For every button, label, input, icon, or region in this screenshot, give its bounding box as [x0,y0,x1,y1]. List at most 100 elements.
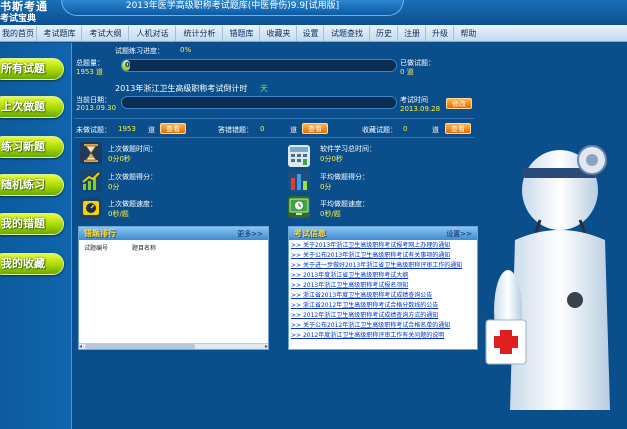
progress-label: 试题练习进度： [115,47,164,55]
exam-info-header: 考试信息 设置>> [289,227,477,240]
exam-info-item[interactable]: >> 浙江省2012年卫生高级职称考试合格分数线的公告 [291,301,477,310]
sidebar-label: 随机练习 [1,178,45,191]
software-time-value: 0分0秒 [320,155,343,163]
app-header: 书斯考通 考试宝典 2013年医学高级职称考试题库(中医骨伤)9.9[试用版] [0,0,627,25]
scroll-left-arrow-icon[interactable]: ◂ [79,343,82,350]
countdown-bar [121,96,397,109]
undone-label: 未做试题： [76,126,111,134]
menu-my-home[interactable]: 我的首页 [0,26,37,41]
sidebar-my-wrong[interactable]: 我的错题 [0,213,64,235]
wrong-rank-more-link[interactable]: 更多>> [237,229,263,239]
avg-score-label: 平均做题得分： [320,173,369,181]
calculator-icon [288,145,310,167]
menu-settings[interactable]: 设置 [298,26,324,41]
exam-info-item[interactable]: >> 关于进一步做好2013年浙江省卫生高级职称评审工作的通知 [291,261,477,270]
wrong-rank-panel: 错题排行 更多>> 试题编号 题目名称 ◂ ▸ [78,226,269,350]
wrong-rank-header: 错题排行 更多>> [79,227,268,240]
last-speed-value: 0秒/题 [108,210,129,218]
sidebar-all-questions[interactable]: 所有试题 [0,58,64,80]
speed-icon [80,197,102,219]
sidebar-last-practice[interactable]: 上次做题 [0,96,64,118]
sidebar-label: 所有试题 [1,62,45,75]
last-score-label: 上次做题得分： [108,173,157,181]
window-title: 2013年医学高级职称考试题库(中医骨伤)9.9[试用版] [125,1,340,11]
divider [74,137,474,138]
avg-score-value: 0分 [320,183,332,191]
exam-info-settings-link[interactable]: 设置>> [446,229,472,239]
column-header-number: 试题编号 [84,245,109,252]
column-header-name: 题目名称 [132,245,157,252]
software-time-label: 软件学习总时间： [320,145,376,153]
fav-count-unit: 道 [432,126,439,134]
modify-exam-time-button[interactable]: 修改 [446,98,472,109]
menu-question-bank[interactable]: 考试题库 [38,26,82,41]
menu-statistics[interactable]: 统计分析 [177,26,223,41]
last-speed-label: 上次做题速度： [108,200,157,208]
sidebar-label: 上次做题 [1,100,45,113]
menu-help[interactable]: 帮助 [455,26,482,41]
exam-info-item[interactable]: >> 浙江省2013年度卫生高级职称考试成绩查询公告 [291,291,477,300]
left-sidebar: 所有试题 上次做题 练习新题 随机练习 我的错题 我的收藏 [0,43,72,429]
total-value: 1953 道 [76,68,104,76]
doctor-illustration [480,120,627,429]
last-time-label: 上次做题时间： [108,145,157,153]
sidebar-label: 我的收藏 [1,257,45,270]
avg-speed-label: 平均做题速度： [320,200,369,208]
view-favorites-button[interactable]: 查看 [445,123,471,134]
menu-human-machine[interactable]: 人机对话 [130,26,176,41]
undone-value: 1953 [118,125,136,133]
wrong-rank-title: 错题排行 [84,229,116,238]
avg-speed-value: 0秒/题 [320,210,341,218]
fav-count-value: 0 [403,125,408,133]
divider [74,118,474,119]
wrong-count-unit: 道 [290,126,297,134]
progress-bar: 0% [121,59,397,72]
main-menu-bar: 我的首页 考试题库 考试大纲 人机对话 统计分析 错题库 收藏夹 设置 试题查找… [0,25,627,42]
menu-search[interactable]: 试题查找 [325,26,370,41]
last-score-value: 0分 [108,183,120,191]
menu-wrong-bank[interactable]: 错题库 [224,26,260,41]
exam-info-item[interactable]: >> 2013年浙江卫生高级职称考试报名须知 [291,281,477,290]
menu-exam-outline[interactable]: 考试大纲 [83,26,129,41]
menu-register[interactable]: 注册 [399,26,426,41]
progress-bar-percent: 0% [125,61,137,69]
sidebar-new-questions[interactable]: 练习新题 [0,136,64,158]
exam-info-item[interactable]: >> 2012年浙江卫生高级职称考试成绩查询方式的通知 [291,311,477,320]
exam-info-item[interactable]: >> 关于公布2012年浙江卫生高级职称考试合格名单的通知 [291,321,477,330]
current-date-value: 2013.09.30 [76,104,117,112]
exam-info-title: 考试信息 [294,229,326,238]
sidebar-label: 练习新题 [1,140,45,153]
menu-history[interactable]: 历史 [371,26,398,41]
bar-chart-icon [288,170,310,192]
undone-unit: 道 [148,126,155,134]
fav-count-label: 收藏试题： [362,126,397,134]
countdown-label: 2013年浙江卫生高级职称考试倒计时 [115,84,248,93]
exam-time-value: 2013.09.28 [400,105,441,113]
menu-favorites[interactable]: 收藏夹 [261,26,297,41]
exam-info-item[interactable]: >> 2012年度浙江卫生高级职称评审工作有关问题的说明 [291,331,477,340]
exam-info-panel: 考试信息 设置>> >> 关于2013年浙江卫生高级职称考试报考网上办理的通知 … [288,226,478,350]
title-banner: 2013年医学高级职称考试题库(中医骨伤)9.9[试用版] [61,0,404,16]
menu-upgrade[interactable]: 升级 [427,26,454,41]
exam-info-item[interactable]: >> 关于公布2013年浙江卫生高级职称考试有关事项的通知 [291,251,477,260]
clock-monitor-icon [288,196,310,218]
exam-info-item[interactable]: >> 关于2013年浙江卫生高级职称考试报考网上办理的通知 [291,241,477,250]
growth-chart-icon [80,170,102,192]
horizontal-scrollbar[interactable]: ◂ ▸ [79,343,268,350]
done-value: 0 道 [400,68,414,76]
progress-value: 0% [180,46,192,54]
sidebar-label: 我的错题 [1,217,45,230]
last-time-value: 0分0秒 [108,155,131,163]
scrollbar-thumb[interactable] [85,344,195,349]
countdown-unit: 天 [260,84,268,93]
view-undone-button[interactable]: 查看 [160,123,186,134]
sidebar-random-practice[interactable]: 随机练习 [0,174,64,196]
wrong-count-label: 答错错题： [218,126,253,134]
sidebar-my-favorites[interactable]: 我的收藏 [0,253,64,275]
scroll-right-arrow-icon[interactable]: ▸ [265,343,268,350]
exam-time-label: 考试时间 [400,96,428,104]
wrong-count-value: 0 [260,125,265,133]
app-logo-subtitle: 考试宝典 [0,14,37,24]
exam-info-item[interactable]: >> 2013年度浙江省卫生高级职称考试大纲 [291,271,477,280]
view-wrong-button[interactable]: 查看 [302,123,328,134]
